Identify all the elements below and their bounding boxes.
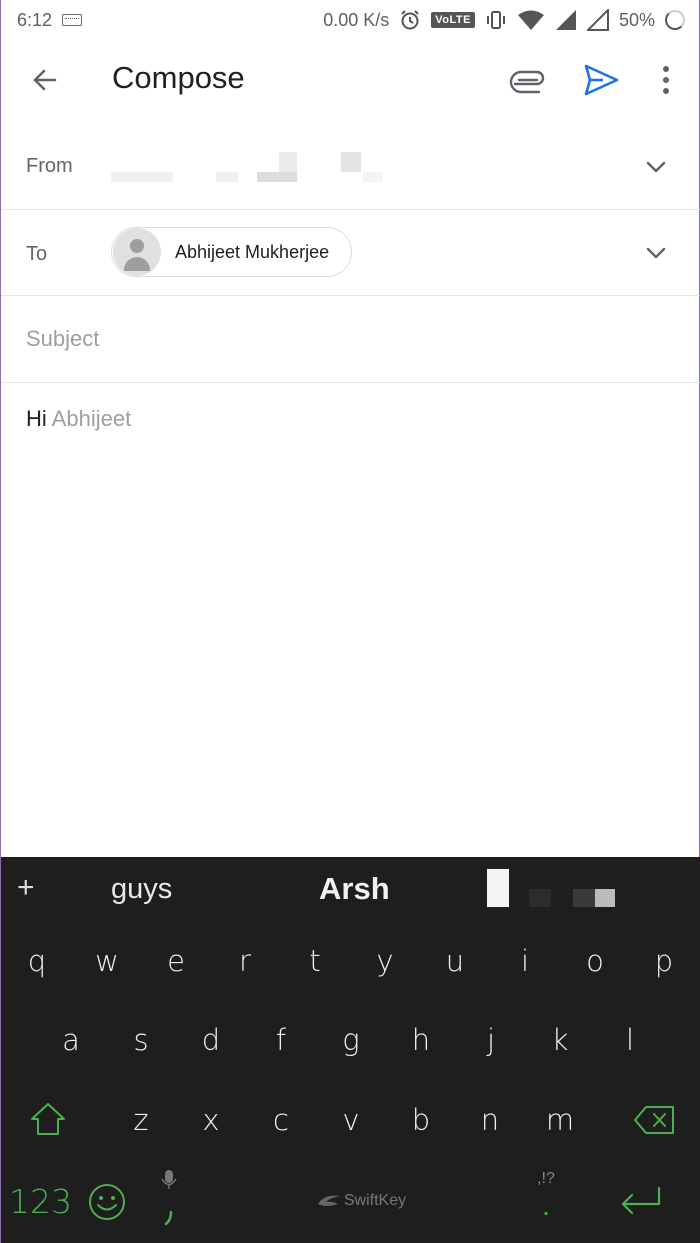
key-k[interactable]: k (540, 1023, 580, 1057)
volte-badge: VoLTE (431, 12, 475, 28)
status-bar-right: 0.00 K/s VoLTE 50% (323, 9, 685, 31)
key-n[interactable]: n (470, 1103, 510, 1137)
key-b[interactable]: b (401, 1103, 441, 1137)
enter-icon[interactable] (617, 1182, 665, 1222)
key-e[interactable]: e (156, 944, 196, 978)
key-q[interactable]: q (17, 944, 57, 978)
key-l[interactable]: l (610, 1023, 650, 1057)
keyboard-icon (62, 14, 83, 26)
key-z[interactable]: z (121, 1103, 161, 1137)
key-m[interactable]: m (540, 1103, 580, 1137)
chevron-down-icon[interactable] (641, 152, 671, 182)
signal-2-icon (586, 9, 609, 31)
vibrate-icon (486, 11, 505, 29)
subject-row (1, 296, 700, 383)
recipient-name: Abhijeet Mukherjee (175, 241, 330, 262)
to-label: To (26, 243, 48, 265)
more-options-icon[interactable] (646, 60, 686, 100)
key-y[interactable]: y (365, 944, 405, 978)
suggestion-1[interactable]: guys (111, 873, 172, 906)
net-speed: 0.00 K/s (323, 9, 390, 30)
signal-icon (555, 10, 576, 30)
toolbar-expand-button[interactable]: + (17, 871, 35, 905)
alarm-icon (401, 10, 419, 30)
chevron-down-icon[interactable] (641, 238, 671, 268)
key-a[interactable]: a (51, 1023, 91, 1057)
battery-icon (665, 10, 685, 30)
from-label: From (26, 155, 73, 177)
avatar (113, 228, 161, 276)
app-bar: Compose (1, 40, 700, 122)
period-label: . (542, 1190, 550, 1221)
body-typed-text: Hi (26, 406, 47, 431)
swiftkey-logo-icon (317, 1195, 340, 1206)
key-f[interactable]: f (261, 1023, 301, 1057)
key-j[interactable]: j (471, 1023, 511, 1057)
key-p[interactable]: p (644, 944, 684, 978)
period-hint: ,!? (537, 1170, 555, 1187)
status-bar: 6:12 0.00 K/s VoLTE 50% (1, 0, 700, 40)
numbers-key[interactable]: 123 (9, 1182, 72, 1221)
page-title: Compose (112, 60, 245, 95)
key-o[interactable]: o (575, 944, 615, 978)
email-body[interactable]: Hi Abhijeet (26, 406, 131, 432)
attachment-icon[interactable] (507, 62, 547, 102)
recipient-chip[interactable]: Abhijeet Mukherjee (111, 227, 352, 277)
key-r[interactable]: r (225, 944, 265, 978)
battery-percent: 50% (618, 9, 655, 30)
status-bar-left: 6:12 (17, 9, 83, 31)
key-w[interactable]: w (87, 944, 127, 978)
space-bar[interactable]: SwiftKey (301, 1186, 421, 1216)
key-x[interactable]: x (191, 1103, 231, 1137)
comma-mic-key[interactable] (159, 1168, 179, 1230)
key-u[interactable]: u (435, 944, 475, 978)
key-i[interactable]: i (505, 944, 545, 978)
key-t[interactable]: t (295, 944, 335, 978)
key-s[interactable]: s (121, 1023, 161, 1057)
key-h[interactable]: h (401, 1023, 441, 1057)
wifi-icon (517, 10, 544, 30)
space-bar-label: SwiftKey (343, 1192, 407, 1209)
key-c[interactable]: c (261, 1103, 301, 1137)
status-time: 6:12 (17, 9, 53, 30)
shift-icon[interactable] (29, 1101, 67, 1137)
back-arrow-icon[interactable] (25, 60, 65, 100)
key-v[interactable]: v (331, 1103, 371, 1137)
suggestion-2[interactable]: Arsh (319, 871, 390, 907)
backspace-icon[interactable] (633, 1104, 677, 1136)
from-row[interactable]: From (1, 124, 700, 210)
emoji-icon[interactable] (87, 1182, 127, 1222)
to-row[interactable]: To Abhijeet Mukherjee (1, 210, 700, 296)
body-smart-compose-suggestion: Abhijeet (46, 406, 132, 431)
key-g[interactable]: g (331, 1023, 371, 1057)
key-d[interactable]: d (191, 1023, 231, 1057)
period-key[interactable]: ,!? . (531, 1170, 561, 1230)
subject-input[interactable] (26, 326, 666, 352)
suggestion-bar: + guys Arsh (1, 857, 700, 921)
send-icon[interactable] (581, 60, 621, 100)
